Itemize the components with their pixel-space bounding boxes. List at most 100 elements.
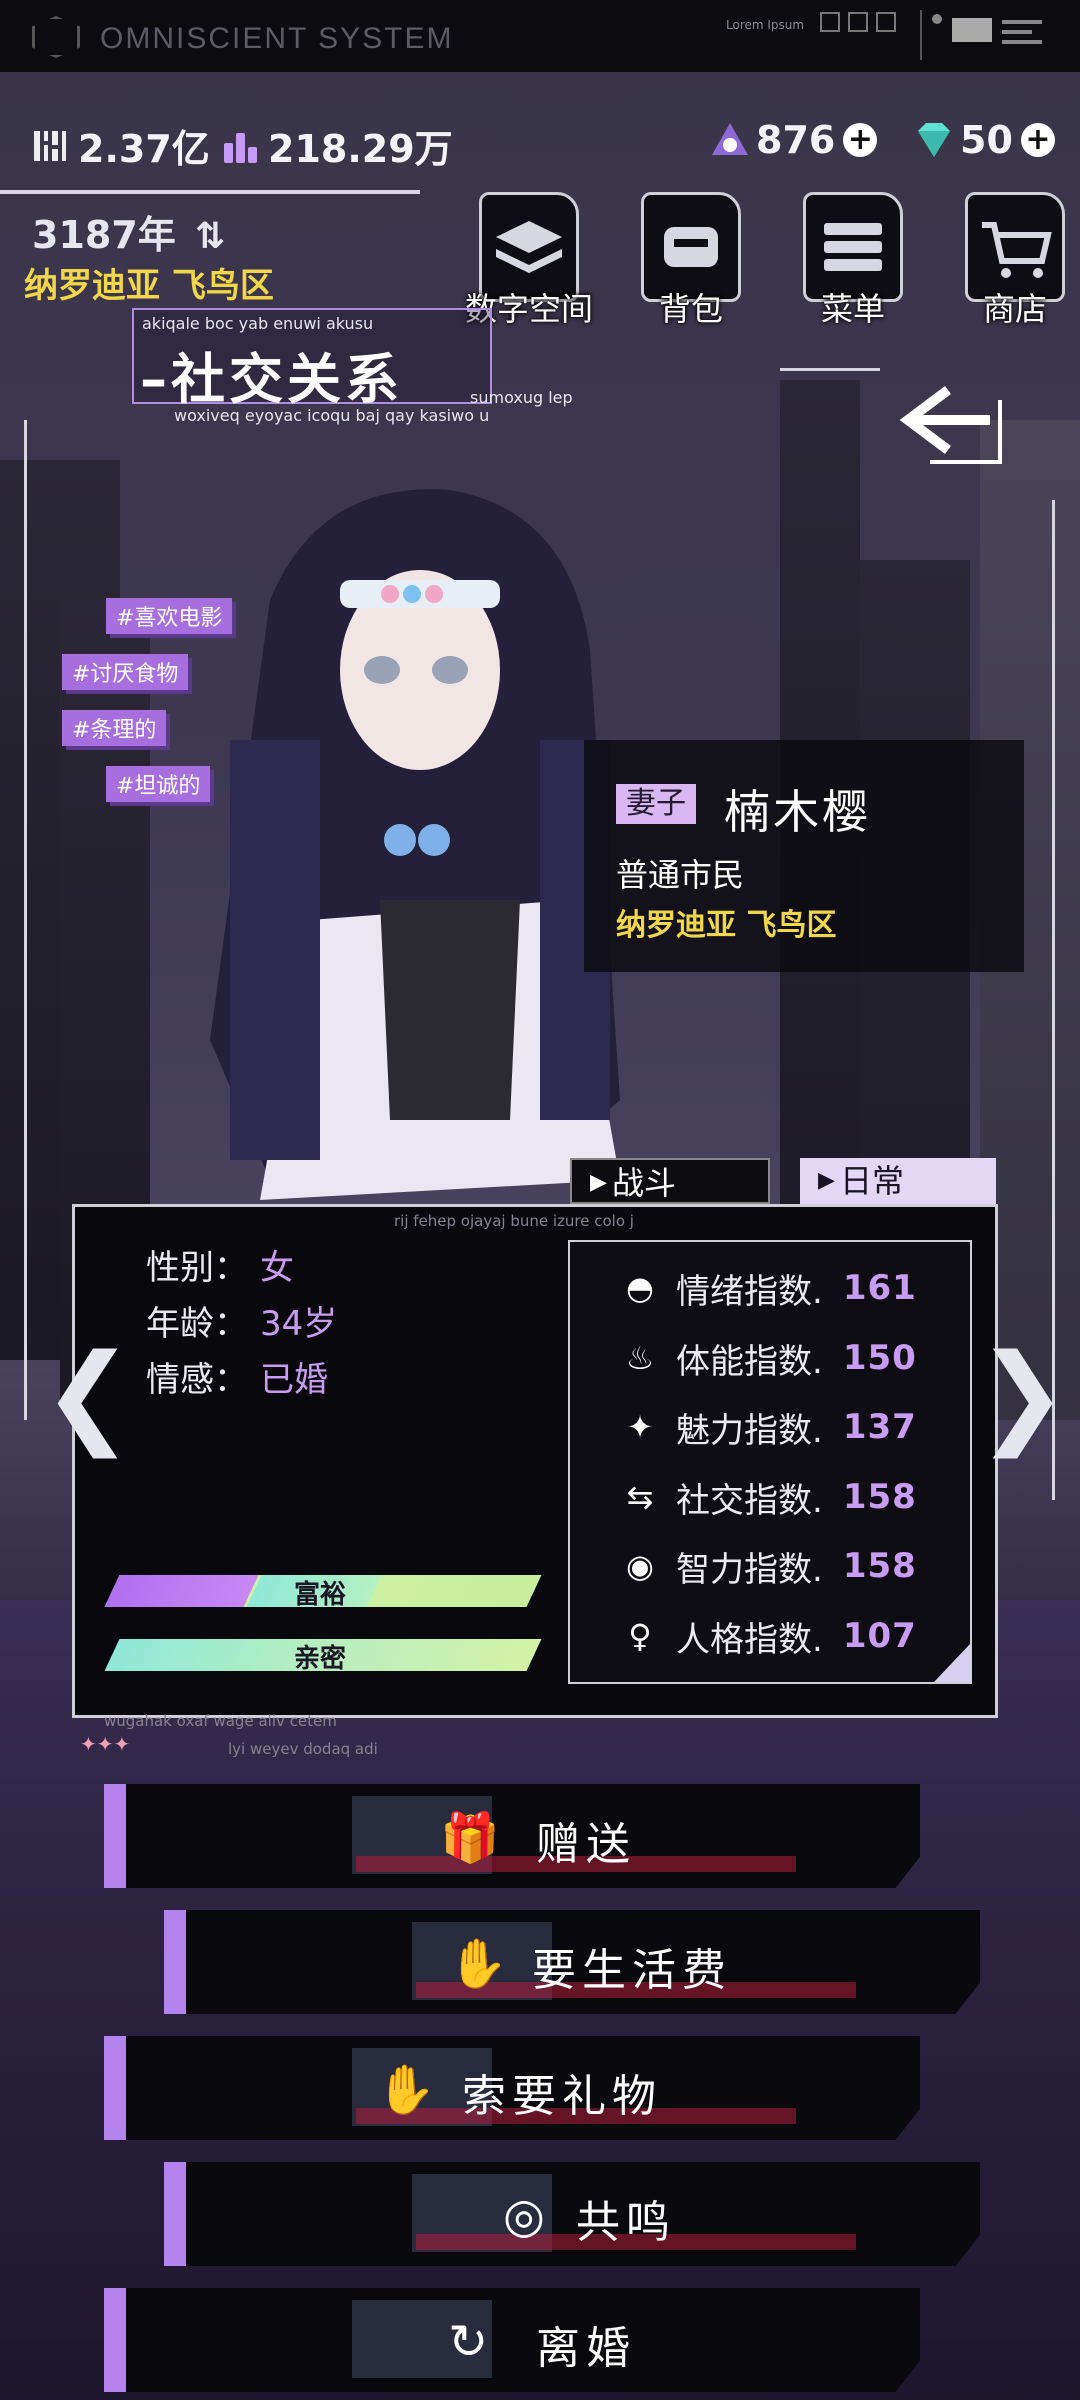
stat-name: 智力指数.	[676, 1549, 823, 1590]
action-label: 离婚	[536, 2323, 636, 2374]
add-gems-icon[interactable]: +	[1020, 123, 1055, 157]
section-title-text: 社交关系	[171, 348, 403, 411]
stat-value: 137	[842, 1407, 917, 1447]
action-label: 要生活费	[532, 1945, 732, 1996]
stat-name: 情绪指数.	[676, 1271, 823, 1312]
system-bar: OMNISCIENT SYSTEM Lorem Ipsum	[0, 0, 1080, 72]
menu-list[interactable]: 菜单	[798, 192, 908, 328]
tab-battle-label: 战斗	[612, 1164, 677, 1202]
divorce-button[interactable]: ↻ 离婚	[104, 2288, 920, 2392]
year-display: 3187年 ⇅	[32, 204, 225, 259]
frame-line-left	[24, 420, 27, 1420]
emotion-value: 已婚	[260, 1360, 328, 1400]
section-caption-right: sumoxug lep	[470, 388, 573, 407]
system-logo-icon	[32, 16, 80, 58]
money-hand-icon: ✋	[448, 1936, 508, 1992]
fitness-icon: ♨	[625, 1339, 655, 1377]
stat-value: 161	[842, 1268, 917, 1308]
divorce-icon: ↻	[447, 2314, 489, 2370]
menu-shop[interactable]: 商店	[960, 192, 1070, 328]
bar-chart-coin-icon	[222, 127, 260, 165]
gift-icon: 🎁	[440, 1810, 500, 1866]
triangle-coin-icon	[710, 121, 748, 159]
ask-living-expenses-button[interactable]: ✋ 要生活费	[164, 1910, 980, 2014]
currency-gems: 50 +	[914, 118, 1055, 162]
gift-button[interactable]: 🎁 赠送	[104, 1784, 920, 1888]
system-title: OMNISCIENT SYSTEM	[100, 22, 454, 55]
section-title: –社交关系	[140, 348, 403, 411]
stat-row-mood: ◓ 情绪指数. 161	[620, 1260, 980, 1316]
square-icon	[876, 12, 896, 32]
square-icon	[820, 12, 840, 32]
diamond-icon	[914, 121, 952, 159]
trait-tag: #坦诚的	[106, 766, 211, 802]
character-name: 楠木樱	[724, 785, 871, 839]
panel-caption: rij fehep ojayaj bune izure colo j	[394, 1212, 634, 1230]
tab-daily[interactable]: ▶ 日常	[800, 1158, 996, 1204]
currency-money: 2.37亿	[32, 118, 210, 173]
character-location: 纳罗迪亚 飞鸟区	[616, 908, 837, 943]
menu-label: 商店	[982, 290, 1047, 328]
age-value: 34岁	[260, 1304, 338, 1344]
gift-hand-icon: ✋	[376, 2062, 436, 2118]
barcode-icon	[32, 127, 70, 165]
stat-name: 魅力指数.	[676, 1410, 823, 1451]
wealth-bar-fill	[104, 1575, 259, 1607]
currency-points: 876 +	[710, 118, 878, 162]
menu-digital-space[interactable]: 数字空间	[465, 192, 593, 328]
character-name-card: 妻子 楠木樱 普通市民 纳罗迪亚 飞鸟区	[584, 740, 1024, 972]
action-label: 赠送	[536, 1819, 636, 1870]
stat-row-intellect: ◉ 智力指数. 158	[620, 1538, 980, 1594]
social-icon: ⇆	[626, 1478, 654, 1516]
play-icon: ▶	[590, 1170, 607, 1195]
trait-tag: #讨厌食物	[62, 654, 189, 690]
emotion-label: 情感：	[146, 1360, 248, 1400]
year-text: 3187年	[32, 213, 176, 257]
currency-stock: 218.29万	[222, 118, 453, 173]
tab-battle[interactable]: ▶ 战斗	[570, 1158, 770, 1204]
play-icon: ▶	[818, 1168, 835, 1193]
stat-name: 体能指数.	[676, 1341, 823, 1382]
section-caption-top: akiqale boc yab enuwi akusu	[142, 314, 374, 333]
trait-tag: #喜欢电影	[106, 598, 233, 634]
tab-daily-label: 日常	[840, 1162, 905, 1200]
person-icon: ♀	[628, 1617, 652, 1655]
resonance-button[interactable]: ◎ 共鸣	[164, 2162, 980, 2266]
age-label: 年龄：	[146, 1304, 248, 1344]
mood-icon: ◓	[626, 1269, 654, 1307]
stat-value: 150	[842, 1338, 917, 1378]
sparkle-deco-icon: ✦✦✦	[80, 1732, 131, 1756]
points-value: 876	[756, 118, 836, 162]
window-controls	[820, 12, 896, 32]
frame-line-top	[780, 368, 880, 371]
gender-value: 女	[260, 1248, 294, 1288]
wealth-bar-label: 富裕	[294, 1580, 347, 1610]
trait-tag: #条理的	[62, 710, 167, 746]
gems-value: 50	[960, 118, 1013, 162]
menu-backpack[interactable]: 背包	[636, 192, 746, 328]
money2-value: 218.29万	[268, 127, 453, 171]
stat-value: 107	[842, 1616, 917, 1656]
lorem-text: Lorem Ipsum	[726, 18, 805, 32]
gender-label: 性别：	[146, 1248, 248, 1288]
close-box-icon	[848, 12, 868, 32]
menu-label: 菜单	[820, 290, 885, 328]
stat-value: 158	[842, 1546, 917, 1586]
next-character-icon[interactable]: ❯	[976, 1330, 1068, 1458]
divider	[0, 190, 420, 194]
stat-name: 社交指数.	[676, 1480, 823, 1521]
stat-name: 人格指数.	[676, 1619, 823, 1660]
stat-row-personality: ♀ 人格指数. 107	[620, 1608, 980, 1664]
money1-value: 2.37亿	[78, 127, 210, 171]
add-points-icon[interactable]: +	[843, 123, 878, 157]
stat-value: 158	[842, 1477, 917, 1517]
back-button[interactable]	[890, 380, 1010, 470]
ask-gift-button[interactable]: ✋ 索要礼物	[104, 2036, 920, 2140]
relation-badge: 妻子	[616, 784, 696, 824]
refresh-icon[interactable]: ⇅	[195, 216, 225, 257]
prev-character-icon[interactable]: ❮	[42, 1330, 134, 1458]
deco-panel-icon	[920, 10, 1060, 60]
panel-micro-2: lyi weyev dodaq adi	[228, 1740, 378, 1758]
action-label: 索要礼物	[462, 2071, 662, 2122]
panel-micro-1: wugahak oxaf wage aliv cetem	[104, 1712, 337, 1730]
